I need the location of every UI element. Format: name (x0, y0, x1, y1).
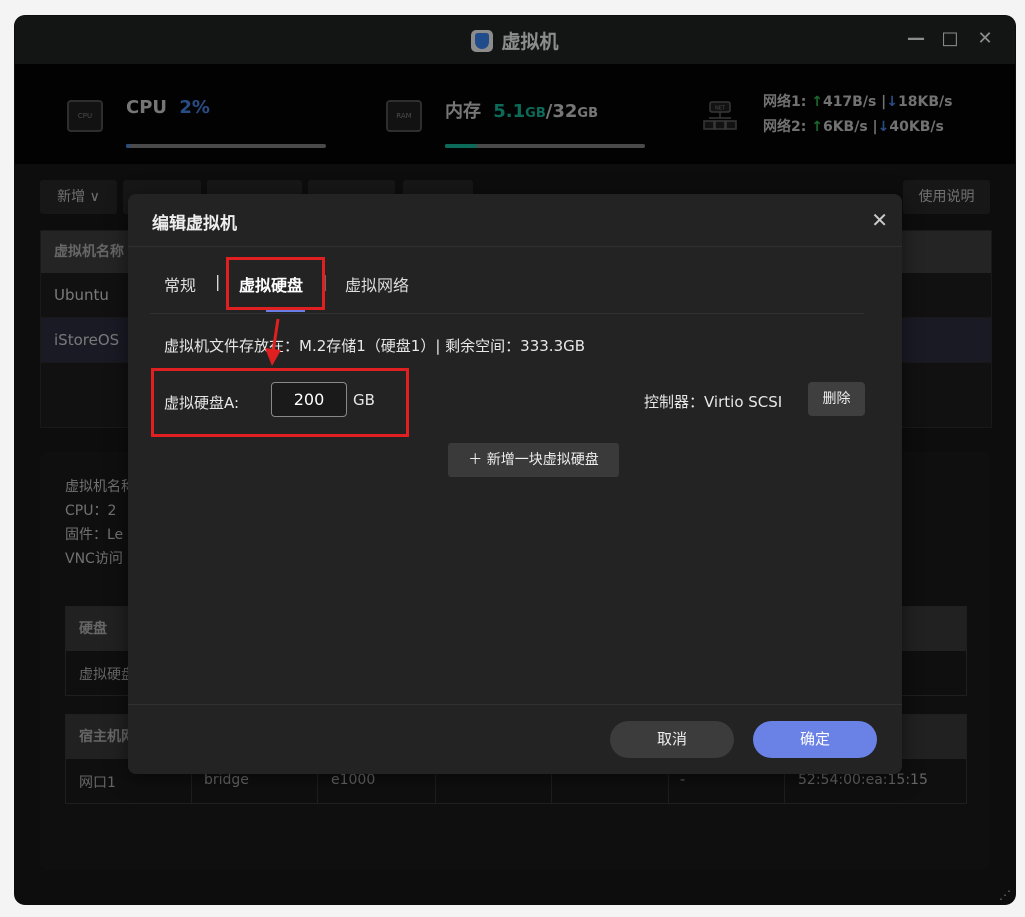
tab-separator: | (215, 272, 221, 291)
add-disk-button[interactable]: ＋ 新增一块虚拟硬盘 (448, 443, 619, 477)
confirm-button[interactable]: 确定 (753, 721, 877, 758)
delete-disk-button[interactable]: 删除 (808, 382, 865, 416)
resize-grip-icon[interactable]: ⋰ (999, 888, 1011, 902)
tabs-divider (150, 313, 864, 314)
divider (128, 246, 902, 247)
tab-general[interactable]: 常规 (164, 272, 196, 296)
active-tab-indicator (266, 310, 305, 312)
divider (128, 704, 902, 705)
tab-virtual-network[interactable]: 虚拟网络 (345, 272, 409, 296)
app-window: 虚拟机 — □ ✕ CPU CPU 2% RAM 内存 5.1GB/32GB N… (15, 16, 1015, 904)
disk-controller: 控制器：Virtio SCSI (644, 393, 783, 411)
annotation-box-disk (151, 368, 409, 437)
annotation-box-tab (226, 257, 325, 310)
dialog-close-icon[interactable]: ✕ (871, 208, 888, 232)
dialog-title: 编辑虚拟机 (152, 214, 237, 234)
cancel-button[interactable]: 取消 (610, 721, 734, 758)
storage-info: 虚拟机文件存放在：M.2存储1（硬盘1）| 剩余空间：333.3GB (164, 337, 586, 355)
